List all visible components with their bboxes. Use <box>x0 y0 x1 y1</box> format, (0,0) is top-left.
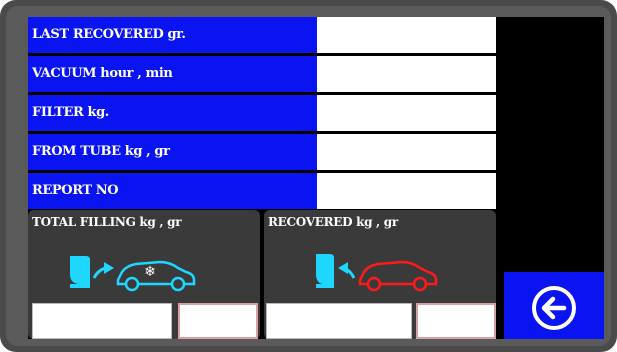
recovered-gr-field[interactable] <box>416 303 496 339</box>
field-value-vacuum <box>317 56 496 92</box>
field-row-from-tube: FROM TUBE kg , gr <box>28 134 496 170</box>
recovered-kg-field[interactable] <box>266 303 412 339</box>
machine-to-car-snowflake-icon: ❄ <box>70 256 196 292</box>
field-row-report-no: REPORT NO <box>28 173 496 209</box>
field-value-filter <box>317 95 496 131</box>
field-label-last-recovered: LAST RECOVERED gr. <box>28 17 317 53</box>
screen: LAST RECOVERED gr. VACUUM hour , min FIL… <box>28 17 604 339</box>
car-to-machine-icon <box>316 254 438 292</box>
total-filling-title: TOTAL FILLING kg , gr <box>32 215 182 229</box>
recovered-title: RECOVERED kg , gr <box>268 215 398 229</box>
field-value-report-no <box>317 173 496 209</box>
back-button[interactable] <box>504 272 604 339</box>
total-filling-kg-field[interactable] <box>32 303 172 339</box>
field-label-filter: FILTER kg. <box>28 95 317 131</box>
field-label-report-no: REPORT NO <box>28 173 317 209</box>
field-row-vacuum: VACUUM hour , min <box>28 56 496 92</box>
field-value-from-tube <box>317 134 496 170</box>
field-label-vacuum: VACUUM hour , min <box>28 56 317 92</box>
field-row-last-recovered: LAST RECOVERED gr. <box>28 17 496 53</box>
recovered-panel[interactable]: RECOVERED kg , gr <box>264 210 496 339</box>
total-filling-panel[interactable]: TOTAL FILLING kg , gr ❄ <box>28 210 260 339</box>
svg-text:❄: ❄ <box>144 264 156 280</box>
back-arrow-icon <box>532 286 576 330</box>
total-filling-gr-field[interactable] <box>178 303 258 339</box>
field-value-last-recovered <box>317 17 496 53</box>
field-row-filter: FILTER kg. <box>28 95 496 131</box>
field-label-from-tube: FROM TUBE kg , gr <box>28 134 317 170</box>
